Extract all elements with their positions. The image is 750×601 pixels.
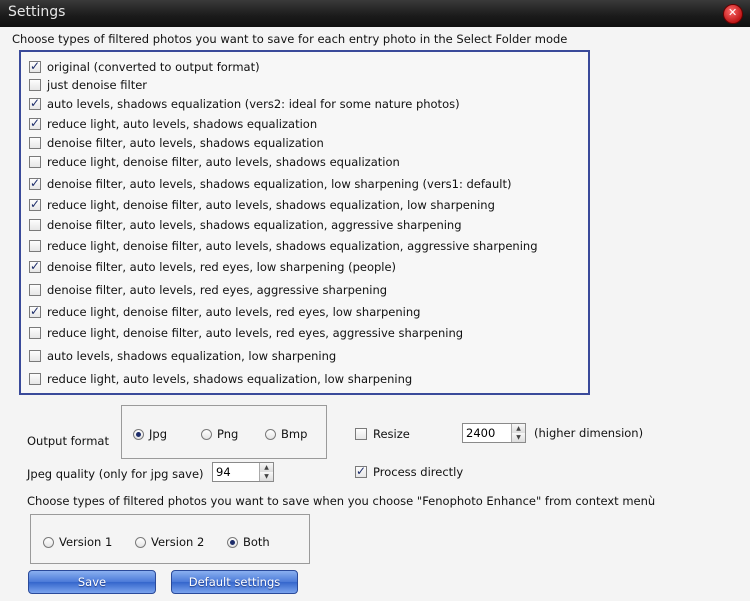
filter-checkbox[interactable] <box>29 218 41 231</box>
filter-label: reduce light, denoise filter, auto level… <box>47 197 495 212</box>
filter-checkbox[interactable] <box>29 326 41 339</box>
jpeg-quality-input[interactable] <box>213 463 257 481</box>
filter-option[interactable]: denoise filter, auto levels, shadows equ… <box>29 175 511 192</box>
context-version-group: Version 1 Version 2 Both <box>30 514 310 564</box>
filter-option[interactable]: reduce light, denoise filter, auto level… <box>29 153 400 170</box>
radio-jpg[interactable] <box>133 428 144 440</box>
filter-label: denoise filter, auto levels, red eyes, l… <box>47 259 397 274</box>
radio-version-1[interactable] <box>43 536 54 548</box>
default-settings-button[interactable]: Default settings <box>171 570 298 594</box>
filter-label: reduce light, denoise filter, auto level… <box>47 238 538 253</box>
filter-option[interactable]: reduce light, denoise filter, auto level… <box>29 196 495 213</box>
context-section-heading: Choose types of filtered photos you want… <box>27 494 656 508</box>
format-option-bmp[interactable]: Bmp <box>265 427 307 441</box>
filter-checkbox[interactable] <box>29 304 41 318</box>
stepper-down-icon[interactable]: ▼ <box>512 433 525 442</box>
filter-checkbox[interactable] <box>29 155 41 168</box>
filter-label: reduce light, denoise filter, auto level… <box>47 154 400 169</box>
radio-version-both[interactable] <box>227 536 238 548</box>
filter-option[interactable]: just denoise filter <box>29 76 147 93</box>
close-icon[interactable] <box>723 4 743 24</box>
filter-option[interactable]: denoise filter, auto levels, red eyes, a… <box>29 281 387 298</box>
filter-label: denoise filter, auto levels, red eyes, a… <box>47 282 388 297</box>
stepper-down-icon[interactable]: ▼ <box>260 472 273 481</box>
version-label-1: Version 1 <box>59 535 113 549</box>
filter-label: auto levels, shadows equalization, low s… <box>47 348 337 363</box>
filter-checkbox[interactable] <box>29 283 41 296</box>
filter-option[interactable]: auto levels, shadows equalization (vers2… <box>29 95 460 112</box>
filter-option[interactable]: reduce light, denoise filter, auto level… <box>29 324 463 341</box>
version-option-2[interactable]: Version 2 <box>135 535 204 549</box>
resize-stepper[interactable]: ▲ ▼ <box>462 423 526 443</box>
version-label-both: Both <box>243 535 270 549</box>
filter-checkbox[interactable] <box>29 78 41 91</box>
version-option-both[interactable]: Both <box>227 535 270 549</box>
jpeg-stepper-arrows[interactable]: ▲ ▼ <box>259 463 273 481</box>
filter-option[interactable]: reduce light, auto levels, shadows equal… <box>29 370 412 387</box>
format-label-jpg: Jpg <box>149 427 167 441</box>
format-option-png[interactable]: Png <box>201 427 238 441</box>
resize-stepper-arrows[interactable]: ▲ ▼ <box>511 424 525 442</box>
entry-section-heading: Choose types of filtered photos you want… <box>12 32 568 46</box>
resize-checkbox[interactable] <box>355 428 367 440</box>
output-format-group: Jpg Png Bmp <box>121 405 327 459</box>
filter-label: reduce light, denoise filter, auto level… <box>47 325 464 340</box>
filter-option[interactable]: original (converted to output format) <box>29 58 260 75</box>
title-bar: Settings <box>0 0 750 27</box>
resize-input[interactable] <box>463 424 507 442</box>
filter-checkbox[interactable] <box>29 59 41 73</box>
filter-label: denoise filter, auto levels, shadows equ… <box>47 135 324 150</box>
filter-label: reduce light, denoise filter, auto level… <box>47 304 421 319</box>
filter-checkbox[interactable] <box>29 136 41 149</box>
filter-label: just denoise filter <box>47 77 148 92</box>
format-label-bmp: Bmp <box>281 427 308 441</box>
window-title: Settings <box>8 4 66 20</box>
radio-png[interactable] <box>201 428 212 440</box>
filter-checkbox[interactable] <box>29 372 41 385</box>
filter-checkbox[interactable] <box>29 259 41 273</box>
process-directly-label: Process directly <box>373 465 464 479</box>
filter-options-list: original (converted to output format) jus… <box>19 50 590 395</box>
filter-label: auto levels, shadows equalization (vers2… <box>47 96 460 111</box>
radio-bmp[interactable] <box>265 428 276 440</box>
version-label-2: Version 2 <box>151 535 205 549</box>
format-label-png: Png <box>217 427 239 441</box>
save-button[interactable]: Save <box>28 570 156 594</box>
filter-option[interactable]: reduce light, denoise filter, auto level… <box>29 237 538 254</box>
output-format-label: Output format <box>27 434 109 448</box>
filter-checkbox[interactable] <box>29 197 41 211</box>
filter-checkbox[interactable] <box>29 116 41 130</box>
filter-option[interactable]: denoise filter, auto levels, shadows equ… <box>29 216 462 233</box>
resize-label: Resize <box>373 427 410 441</box>
resize-suffix: (higher dimension) <box>534 426 644 440</box>
filter-option[interactable]: auto levels, shadows equalization, low s… <box>29 347 336 364</box>
process-directly-checkbox[interactable] <box>355 464 367 478</box>
filter-option[interactable]: reduce light, auto levels, shadows equal… <box>29 115 317 132</box>
filter-label: reduce light, auto levels, shadows equal… <box>47 371 413 386</box>
filter-checkbox[interactable] <box>29 96 41 110</box>
version-option-1[interactable]: Version 1 <box>43 535 112 549</box>
jpeg-quality-stepper[interactable]: ▲ ▼ <box>212 462 274 482</box>
format-option-jpg[interactable]: Jpg <box>133 427 167 441</box>
jpeg-quality-label: Jpeg quality (only for jpg save) <box>27 467 204 481</box>
process-directly-option[interactable]: Process directly <box>355 464 464 479</box>
filter-label: original (converted to output format) <box>47 59 260 74</box>
filter-option[interactable]: denoise filter, auto levels, red eyes, l… <box>29 258 396 275</box>
filter-option[interactable]: reduce light, denoise filter, auto level… <box>29 303 420 320</box>
filter-label: denoise filter, auto levels, shadows equ… <box>47 176 512 191</box>
filter-option[interactable]: denoise filter, auto levels, shadows equ… <box>29 134 324 151</box>
filter-checkbox[interactable] <box>29 239 41 252</box>
filter-label: reduce light, auto levels, shadows equal… <box>47 116 318 131</box>
radio-version-2[interactable] <box>135 536 146 548</box>
stepper-up-icon[interactable]: ▲ <box>260 463 273 472</box>
filter-label: denoise filter, auto levels, shadows equ… <box>47 217 462 232</box>
stepper-up-icon[interactable]: ▲ <box>512 424 525 433</box>
filter-checkbox[interactable] <box>29 176 41 190</box>
resize-option[interactable]: Resize <box>355 427 410 441</box>
filter-checkbox[interactable] <box>29 349 41 362</box>
